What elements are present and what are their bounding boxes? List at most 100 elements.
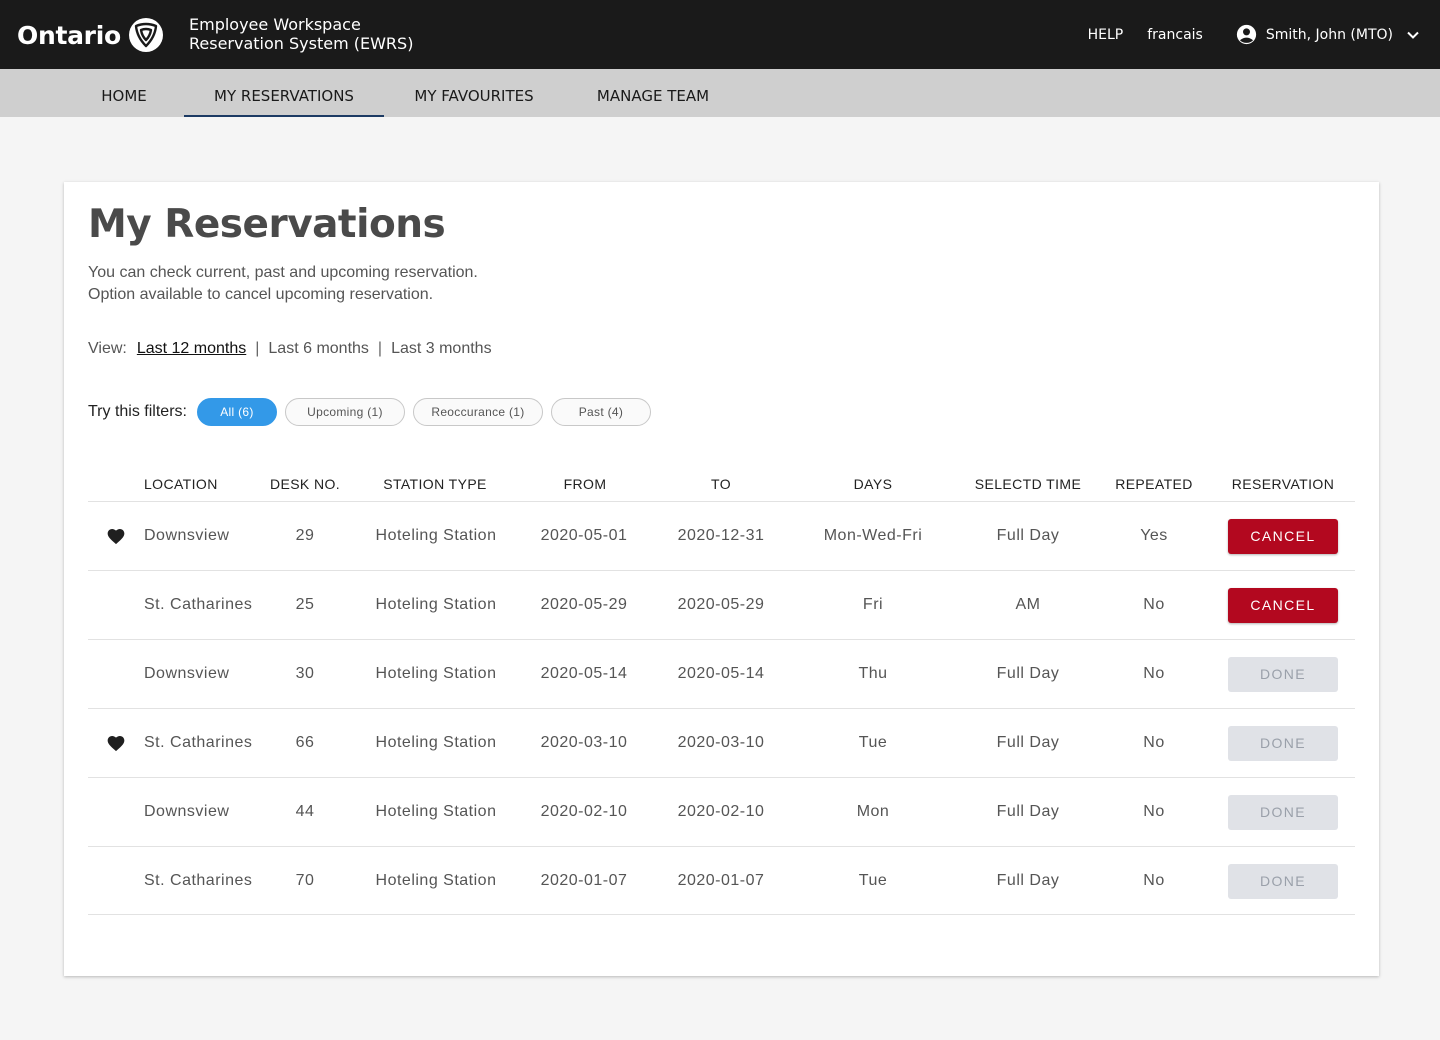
app-title: Employee Workspace Reservation System (E…: [189, 15, 413, 53]
page-description: You can check current, past and upcoming…: [88, 262, 478, 306]
cell-location: Downsview: [144, 665, 230, 682]
cell-location: St. Catharines: [144, 872, 253, 889]
cell-station-type: Hoteling Station: [375, 734, 497, 751]
description-line-1: You can check current, past and upcoming…: [88, 264, 478, 281]
user-name: Smith, John (MTO): [1265, 26, 1393, 43]
language-toggle-link[interactable]: francais: [1147, 27, 1203, 43]
cell-days: Mon: [856, 803, 890, 820]
heart-icon[interactable]: [106, 734, 126, 752]
cell-repeated: Yes: [1140, 527, 1168, 544]
cell-selected-time: AM: [1015, 596, 1041, 613]
cell-repeated: No: [1143, 596, 1165, 613]
cell-selected-time: Full Day: [996, 665, 1060, 682]
cell-desk-no: 66: [295, 734, 315, 751]
user-menu[interactable]: Smith, John (MTO): [1236, 24, 1420, 45]
done-button: DONE: [1228, 795, 1338, 830]
column-header-to[interactable]: TO: [711, 476, 731, 492]
cell-station-type: Hoteling Station: [375, 803, 497, 820]
cell-desk-no: 29: [295, 527, 315, 544]
cell-location: St. Catharines: [144, 734, 253, 751]
view-option-3-months[interactable]: Last 3 months: [391, 340, 492, 358]
column-header-selected-time[interactable]: SELECTD TIME: [975, 476, 1081, 492]
cancel-button[interactable]: CANCEL: [1228, 588, 1338, 623]
cell-to-date: 2020-01-07: [677, 872, 765, 889]
nav-manage-team[interactable]: MANAGE TEAM: [588, 69, 718, 117]
nav-my-favourites[interactable]: MY FAVOURITES: [404, 69, 544, 117]
cell-from-date: 2020-03-10: [540, 734, 628, 751]
help-link[interactable]: HELP: [1088, 27, 1124, 43]
column-header-station-type[interactable]: STATION TYPE: [383, 476, 487, 492]
filter-chip-reoccurance[interactable]: Reoccurance (1): [412, 398, 543, 426]
cell-from-date: 2020-05-14: [540, 665, 628, 682]
cell-repeated: No: [1143, 734, 1165, 751]
cell-selected-time: Full Day: [996, 803, 1060, 820]
column-header-reservation[interactable]: RESERVATION: [1232, 476, 1334, 492]
cell-repeated: No: [1143, 803, 1165, 820]
table-row: Downsview 29 Hoteling Station 2020-05-01 202…: [88, 502, 1355, 571]
cancel-button[interactable]: CANCEL: [1228, 519, 1338, 554]
cell-from-date: 2020-01-07: [540, 872, 628, 889]
cell-desk-no: 44: [295, 803, 315, 820]
cell-days: Thu: [858, 665, 888, 682]
cell-station-type: Hoteling Station: [375, 665, 497, 682]
cell-selected-time: Full Day: [996, 872, 1060, 889]
column-header-from[interactable]: FROM: [564, 476, 607, 492]
filter-chip-all[interactable]: All (6): [196, 398, 277, 426]
reservations-table: LOCATION DESK NO. STATION TYPE FROM TO D…: [88, 466, 1355, 915]
cell-desk-no: 25: [295, 596, 315, 613]
logo-text: Ontario: [17, 20, 121, 50]
cell-station-type: Hoteling Station: [375, 596, 497, 613]
done-button: DONE: [1228, 726, 1338, 761]
cell-location: Downsview: [144, 803, 230, 820]
view-option-12-months[interactable]: Last 12 months: [137, 340, 246, 358]
cell-from-date: 2020-02-10: [540, 803, 628, 820]
done-button: DONE: [1228, 657, 1338, 692]
cell-from-date: 2020-05-01: [540, 527, 628, 544]
filter-chip-past[interactable]: Past (4): [550, 398, 651, 426]
filter-chips: Try this filters: All (6) Upcoming (1) R…: [88, 398, 659, 426]
cell-to-date: 2020-05-14: [677, 665, 765, 682]
cell-location: St. Catharines: [144, 596, 253, 613]
table-header-row: LOCATION DESK NO. STATION TYPE FROM TO D…: [88, 466, 1355, 502]
cell-from-date: 2020-05-29: [540, 596, 628, 613]
cell-selected-time: Full Day: [996, 734, 1060, 751]
nav-home[interactable]: HOME: [98, 69, 150, 117]
view-option-6-months[interactable]: Last 6 months: [268, 340, 369, 358]
table-row: St. Catharines 70 Hoteling Station 2020-01-…: [88, 847, 1355, 915]
reservations-card: My Reservations You can check current, p…: [64, 182, 1379, 976]
cell-to-date: 2020-03-10: [677, 734, 765, 751]
cell-station-type: Hoteling Station: [375, 872, 497, 889]
ontario-logo[interactable]: Ontario: [17, 14, 164, 56]
cell-to-date: 2020-12-31: [677, 527, 765, 544]
ontario-trillium-icon: [128, 18, 163, 52]
cell-station-type: Hoteling Station: [375, 527, 497, 544]
cell-days: Mon-Wed-Fri: [823, 527, 923, 544]
account-circle-icon: [1236, 24, 1256, 45]
view-separator: |: [255, 340, 260, 357]
column-header-repeated[interactable]: REPEATED: [1115, 476, 1193, 492]
column-header-location[interactable]: LOCATION: [144, 476, 218, 492]
page-title: My Reservations: [88, 202, 446, 247]
cell-selected-time: Full Day: [996, 527, 1060, 544]
cell-days: Tue: [858, 872, 888, 889]
app-title-line1: Employee Workspace: [189, 15, 361, 34]
filter-chip-upcoming[interactable]: Upcoming (1): [284, 398, 405, 426]
chevron-down-icon: [1407, 31, 1419, 39]
cell-to-date: 2020-02-10: [677, 803, 765, 820]
top-bar: Ontario Employee Workspace Reservation S…: [0, 0, 1440, 69]
cell-desk-no: 70: [295, 872, 315, 889]
nav-my-reservations[interactable]: MY RESERVATIONS: [184, 69, 384, 117]
view-label: View:: [88, 340, 127, 357]
table-row: Downsview 30 Hoteling Station 2020-05-14 202…: [88, 640, 1355, 709]
table-row: St. Catharines 25 Hoteling Station 2020-05-…: [88, 571, 1355, 640]
column-header-days[interactable]: DAYS: [854, 476, 893, 492]
column-header-desk[interactable]: DESK NO.: [270, 476, 340, 492]
view-range-selector: View: Last 12 months | Last 6 months | L…: [88, 340, 492, 358]
heart-icon[interactable]: [106, 527, 126, 545]
cell-location: Downsview: [144, 527, 230, 544]
app-title-line2: Reservation System (EWRS): [189, 34, 414, 53]
table-body: Downsview 29 Hoteling Station 2020-05-01 202…: [88, 502, 1355, 915]
view-separator: |: [377, 340, 383, 357]
header-actions: HELP francais Smith, John (MTO): [1088, 0, 1420, 69]
table-row: Downsview 44 Hoteling Station 2020-02-10 202…: [88, 778, 1355, 847]
